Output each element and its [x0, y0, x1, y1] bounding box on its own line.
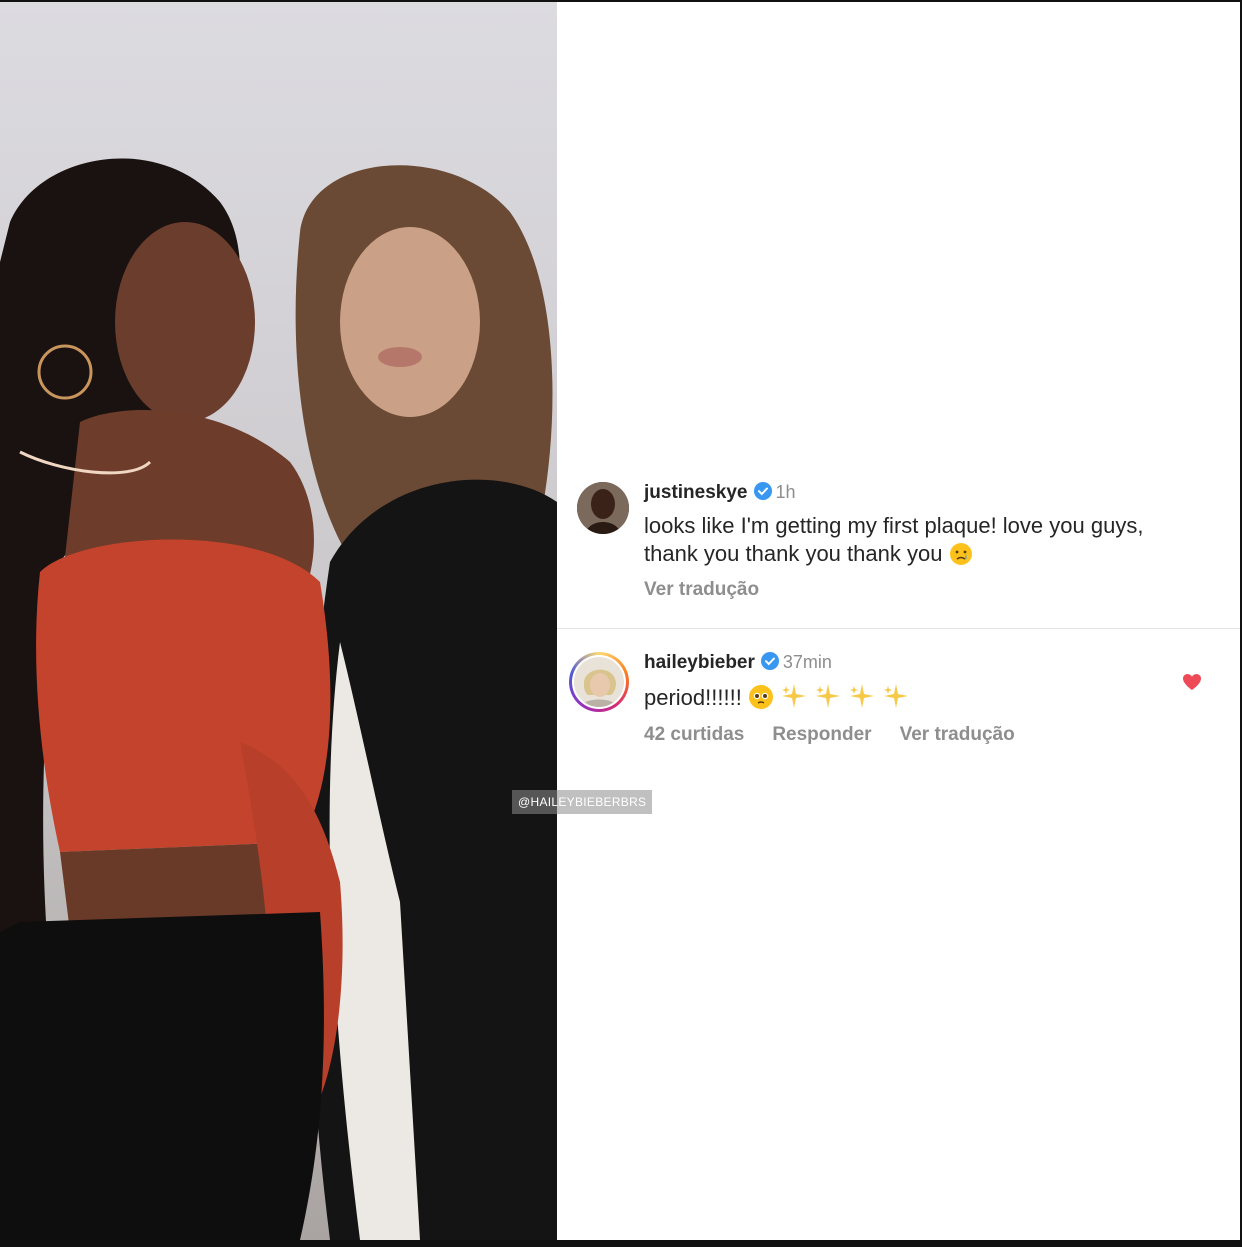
like-heart-icon[interactable]: [1182, 673, 1202, 696]
comment-justineskye: justineskye 1h looks like I'm getting my …: [577, 480, 1217, 620]
comment-time: 37min: [782, 652, 832, 672]
story-ring[interactable]: [569, 652, 629, 712]
comment-text-line-1: looks like I'm getting my first plaque! …: [644, 513, 1144, 538]
comment-text-line-2-wrapper: thank you thank you thank you: [644, 540, 1143, 573]
crying-face-icon: [949, 542, 973, 573]
comment-text: looks like I'm getting my first plaque! …: [644, 512, 1143, 573]
frame-bottom-border: [0, 1240, 1242, 1247]
reply-button[interactable]: Responder: [772, 724, 871, 745]
avatar[interactable]: [577, 482, 629, 534]
translate-link[interactable]: Ver tradução: [900, 724, 1015, 745]
sparkles-icon: [882, 682, 910, 717]
pleading-face-icon: [748, 684, 774, 717]
comment-header: justineskye 1h: [644, 482, 796, 506]
avatar[interactable]: [574, 657, 624, 707]
comment-text: period!!!!!!: [644, 682, 910, 717]
post-photo: [0, 2, 557, 1240]
comment-divider: [557, 628, 1240, 629]
comment-actions: 42 curtidas Responder Ver tradução: [644, 724, 1043, 746]
comment-haileybieber: haileybieber 37min period!!!!!! 42 curtid…: [569, 650, 1217, 760]
username[interactable]: haileybieber: [644, 652, 755, 673]
comment-text-line-2: thank you thank you thank you: [644, 541, 943, 566]
comment-time: 1h: [775, 482, 796, 502]
verified-badge-icon: [753, 482, 772, 506]
likes-count[interactable]: 42 curtidas: [644, 724, 744, 745]
username[interactable]: justineskye: [644, 482, 748, 503]
sparkles-icon: [814, 682, 842, 717]
sparkles-icon: [848, 682, 876, 717]
translate-link[interactable]: Ver tradução: [644, 579, 759, 600]
comment-text-main: period!!!!!!: [644, 685, 742, 710]
comment-actions: Ver tradução: [644, 579, 787, 601]
comment-header: haileybieber 37min: [644, 652, 832, 676]
sparkles-icon: [780, 682, 808, 717]
verified-badge-icon: [760, 652, 779, 676]
watermark-label: @HAILEYBIEBERBRS: [512, 790, 653, 814]
